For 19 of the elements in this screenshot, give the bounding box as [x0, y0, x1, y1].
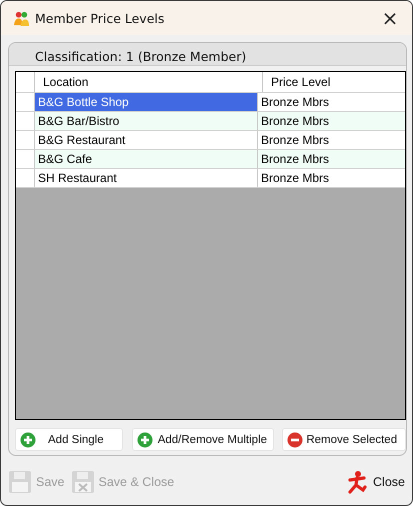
close-button[interactable]: × [368, 1, 412, 35]
action-button[interactable]: Remove Selected [282, 428, 406, 451]
action-button[interactable]: Add/Remove Multiple [132, 428, 274, 451]
action-button[interactable]: Add Single [15, 428, 123, 451]
table-cell[interactable]: B&G Restaurant [35, 131, 258, 149]
table-cell[interactable]: B&G Bottle Shop [35, 93, 258, 111]
close-button[interactable]: Close [345, 470, 405, 494]
table-cell[interactable]: B&G Bar/Bistro [35, 112, 258, 130]
column-header[interactable]: Location [35, 72, 263, 92]
classification-label: Classification: 1 (Bronze Member) [35, 49, 246, 65]
table-cell[interactable]: Bronze Mbrs [258, 93, 405, 111]
table-cell[interactable]: SH Restaurant [35, 169, 258, 187]
window-title: Member Price Levels [35, 10, 166, 26]
table-cell[interactable]: B&G Cafe [35, 150, 258, 168]
column-header[interactable]: Price Level [263, 72, 405, 92]
table-cell[interactable]: Bronze Mbrs [258, 150, 405, 168]
table-cell[interactable]: Bronze Mbrs [258, 112, 405, 130]
table-cell[interactable]: Bronze Mbrs [258, 169, 405, 187]
table-cell[interactable]: Bronze Mbrs [258, 131, 405, 149]
